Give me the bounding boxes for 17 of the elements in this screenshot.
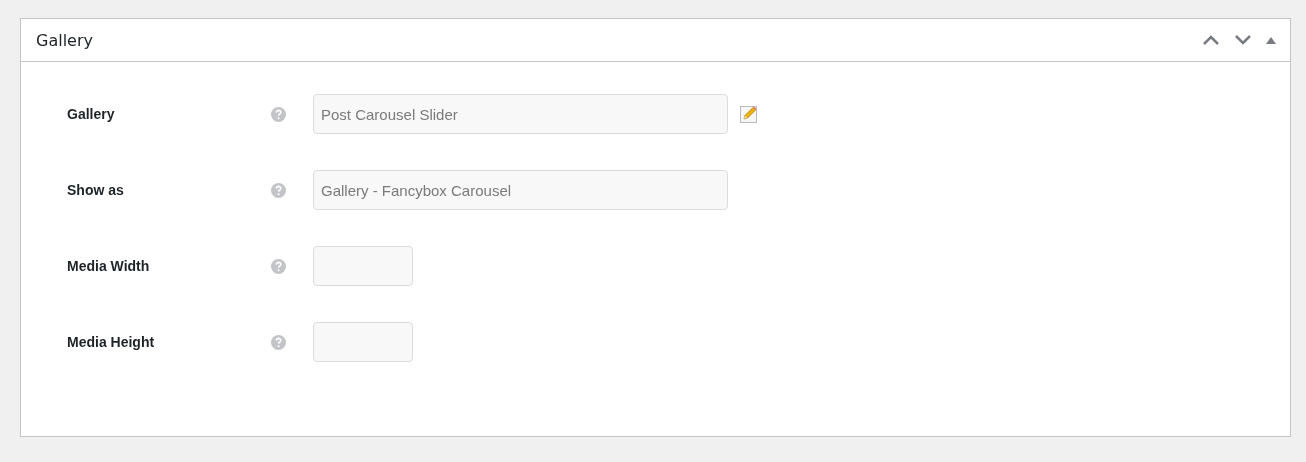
field-label: Show as bbox=[67, 182, 125, 198]
field-label: Gallery bbox=[67, 106, 116, 122]
input-field[interactable] bbox=[313, 246, 413, 286]
move-up-icon[interactable] bbox=[1202, 34, 1220, 46]
help-icon[interactable] bbox=[271, 182, 286, 198]
help-icon[interactable] bbox=[271, 258, 286, 274]
pencil-icon[interactable] bbox=[740, 105, 758, 123]
field-label: Media Width bbox=[67, 258, 151, 274]
input-field[interactable]: Gallery - Fancybox Carousel bbox=[313, 170, 728, 210]
collapse-icon[interactable] bbox=[1266, 36, 1276, 44]
help-icon[interactable] bbox=[271, 106, 286, 122]
help-icon[interactable] bbox=[271, 334, 286, 350]
input-field[interactable]: Post Carousel Slider bbox=[313, 94, 728, 134]
panel-title: Gallery bbox=[36, 30, 93, 50]
field-label: Media Height bbox=[67, 334, 156, 350]
move-down-icon[interactable] bbox=[1234, 34, 1252, 46]
input-field[interactable] bbox=[313, 322, 413, 362]
